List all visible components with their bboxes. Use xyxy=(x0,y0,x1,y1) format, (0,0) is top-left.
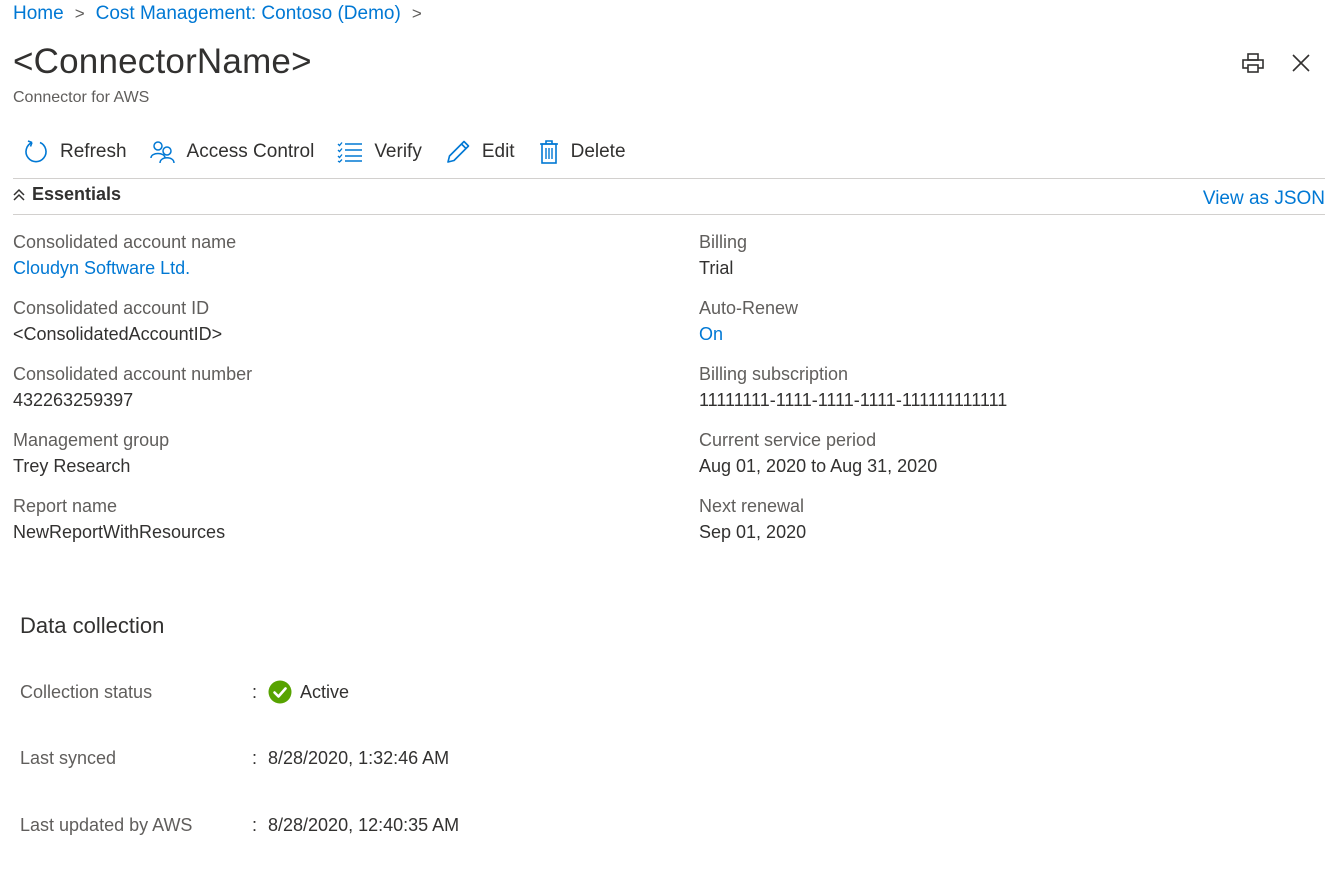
pencil-icon xyxy=(447,140,470,163)
field-billing-subscription: Billing subscription 11111111-1111-1111-… xyxy=(699,362,1007,428)
auto-renew-link[interactable]: On xyxy=(699,321,1007,348)
field-label: Consolidated account ID xyxy=(13,298,210,318)
field-value: <ConsolidatedAccountID> xyxy=(13,324,223,344)
close-icon[interactable] xyxy=(1290,52,1312,74)
field-auto-renew: Auto-Renew On xyxy=(699,296,1007,362)
field-consolidated-account-id: Consolidated account ID <ConsolidatedAcc… xyxy=(13,296,252,362)
page-title: <ConnectorName> xyxy=(13,42,312,81)
row-value: Active xyxy=(268,680,349,704)
breadcrumb: Home > Cost Management: Contoso (Demo) > xyxy=(13,3,433,25)
field-report-name: Report name NewReportWithResources xyxy=(13,494,252,560)
breadcrumb-separator: > xyxy=(74,4,85,23)
verify-label: Verify xyxy=(374,141,422,162)
refresh-button[interactable]: Refresh xyxy=(23,139,127,165)
print-icon[interactable] xyxy=(1242,52,1264,74)
row-separator: : xyxy=(252,815,258,835)
row-label: Last synced xyxy=(20,748,117,768)
field-value: Trey Research xyxy=(13,456,131,476)
breadcrumb-home[interactable]: Home xyxy=(13,3,64,25)
divider xyxy=(13,178,1325,179)
field-label: Consolidated account name xyxy=(13,232,237,252)
field-consolidated-account-name: Consolidated account name Cloudyn Softwa… xyxy=(13,230,252,296)
row-label: Last updated by AWS xyxy=(20,815,193,835)
header-actions xyxy=(1242,52,1312,74)
refresh-icon xyxy=(25,140,47,163)
last-updated-row: Last updated by AWS : 8/28/2020, 12:40:3… xyxy=(20,815,459,836)
field-billing: Billing Trial xyxy=(699,230,1007,296)
essentials-title: Essentials xyxy=(32,184,122,204)
view-as-json-link[interactable]: View as JSON xyxy=(1203,188,1325,210)
field-value: Sep 01, 2020 xyxy=(699,522,807,542)
access-control-button[interactable]: Access Control xyxy=(149,140,315,164)
essentials-toggle[interactable]: Essentials xyxy=(13,184,121,205)
field-label: Current service period xyxy=(699,430,877,450)
refresh-label: Refresh xyxy=(60,141,127,162)
field-value: 11111111-1111-1111-1111-111111111111 xyxy=(699,390,1008,410)
access-control-label: Access Control xyxy=(186,141,315,162)
field-current-service-period: Current service period Aug 01, 2020 to A… xyxy=(699,428,1007,494)
essentials-left-column: Consolidated account name Cloudyn Softwa… xyxy=(13,230,252,560)
page-subtitle: Connector for AWS xyxy=(13,89,150,106)
field-management-group: Management group Trey Research xyxy=(13,428,252,494)
breadcrumb-separator: > xyxy=(411,4,422,23)
check-circle-icon xyxy=(268,680,292,704)
double-chevron-up-icon xyxy=(13,188,25,201)
consolidated-account-name-link[interactable]: Cloudyn Software Ltd. xyxy=(13,255,252,282)
field-label: Billing xyxy=(699,232,748,252)
row-label: Collection status xyxy=(20,681,153,702)
collection-status-row: Collection status : Active xyxy=(20,680,349,704)
data-collection-title: Data collection xyxy=(20,613,165,638)
field-value: Trial xyxy=(699,258,734,278)
edit-label: Edit xyxy=(481,141,515,162)
field-label: Next renewal xyxy=(699,496,805,516)
collection-status-value: Active xyxy=(300,681,350,702)
row-value: 8/28/2020, 1:32:46 AM xyxy=(268,748,450,768)
row-value: 8/28/2020, 12:40:35 AM xyxy=(268,815,460,835)
verify-button[interactable]: Verify xyxy=(337,141,422,163)
field-value: 432263259397 xyxy=(13,390,134,410)
row-separator: : xyxy=(252,681,258,702)
delete-label: Delete xyxy=(570,141,626,162)
row-separator: : xyxy=(252,748,258,768)
people-icon xyxy=(149,141,175,164)
field-value: Aug 01, 2020 to Aug 31, 2020 xyxy=(699,456,938,476)
command-bar: Refresh Access Control Verify Edit Delet… xyxy=(13,135,649,169)
field-consolidated-account-number: Consolidated account number 432263259397 xyxy=(13,362,252,428)
trash-icon xyxy=(539,140,558,164)
field-label: Auto-Renew xyxy=(699,298,799,318)
field-label: Management group xyxy=(13,430,170,450)
field-next-renewal: Next renewal Sep 01, 2020 xyxy=(699,494,1007,560)
field-label: Consolidated account number xyxy=(13,364,253,384)
checklist-icon xyxy=(337,142,363,163)
last-synced-row: Last synced : 8/28/2020, 1:32:46 AM xyxy=(20,748,449,769)
edit-button[interactable]: Edit xyxy=(445,139,515,165)
field-label: Report name xyxy=(13,496,118,516)
delete-button[interactable]: Delete xyxy=(538,139,626,165)
breadcrumb-cost-management[interactable]: Cost Management: Contoso (Demo) xyxy=(96,3,401,25)
field-label: Billing subscription xyxy=(699,364,849,384)
field-value: NewReportWithResources xyxy=(13,522,226,542)
divider xyxy=(13,214,1325,215)
essentials-right-column: Billing Trial Auto-Renew On Billing subs… xyxy=(699,230,1007,560)
